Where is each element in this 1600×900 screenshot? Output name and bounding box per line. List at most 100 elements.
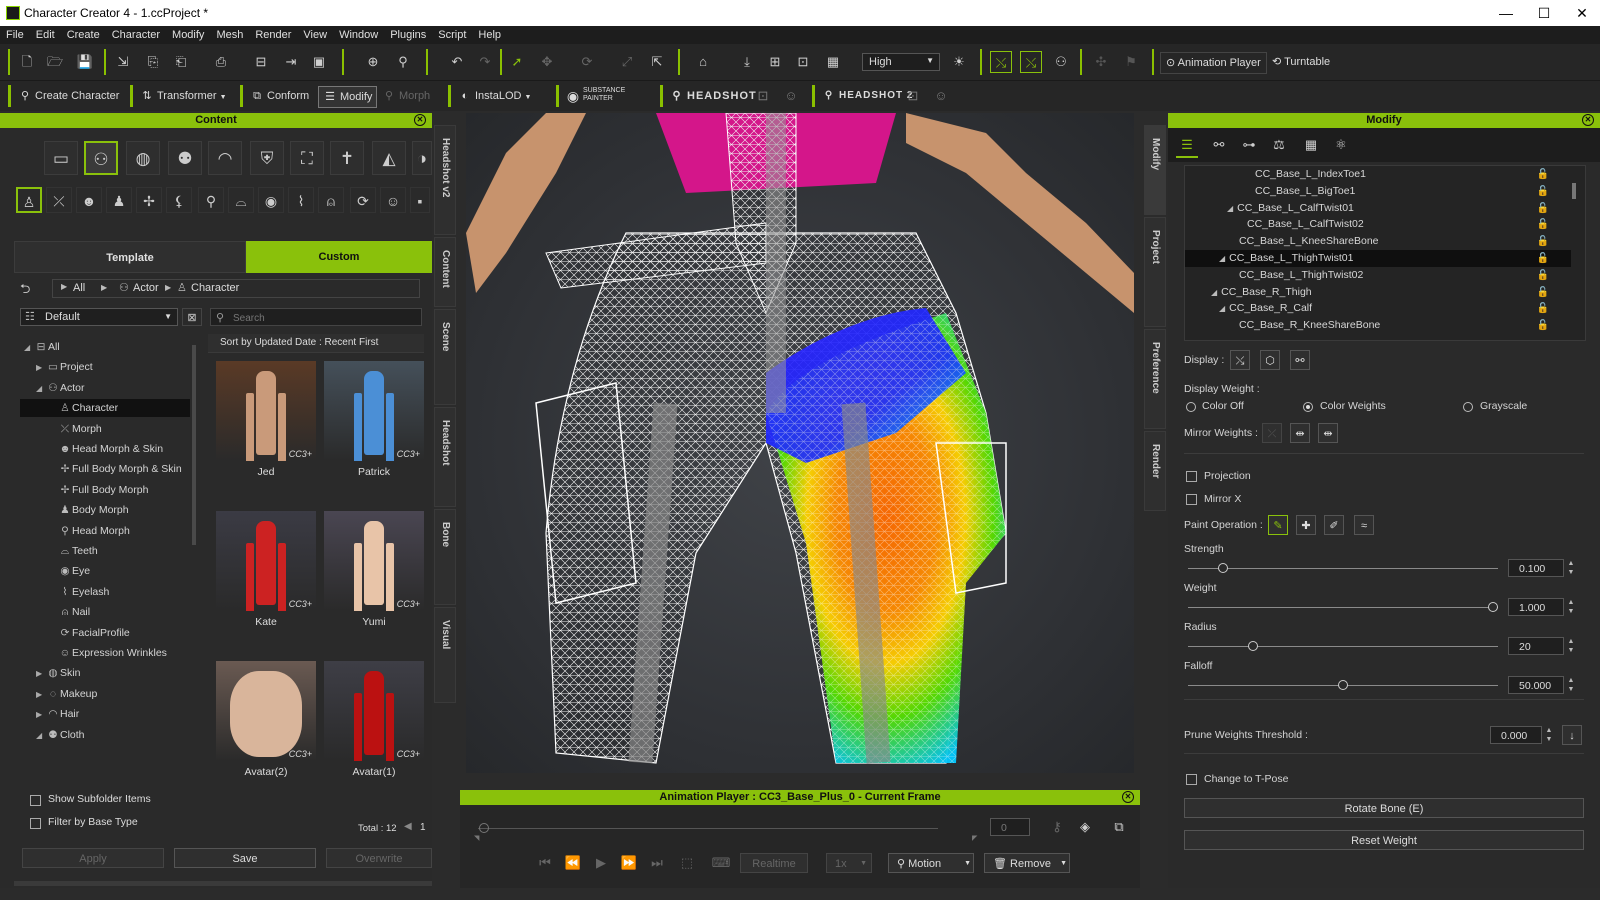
tree-item[interactable]: ⌓ Teeth xyxy=(20,542,190,560)
menu-window[interactable]: Window xyxy=(333,26,384,44)
tab-custom[interactable]: Custom xyxy=(246,241,432,273)
skin-sub-icon[interactable]: ⚸ xyxy=(166,187,192,213)
motion-button[interactable]: ⚲ Motion ▼ xyxy=(888,853,974,873)
slider-value-input[interactable]: 20 xyxy=(1508,637,1564,655)
paint-add-icon[interactable]: ✚ xyxy=(1296,515,1316,535)
headshot-head-icon[interactable]: ☺ xyxy=(780,85,802,107)
bone-row[interactable]: CC_Base_L_IndexToe1 🔓 xyxy=(1185,166,1571,183)
radio-grayscale[interactable] xyxy=(1463,402,1473,412)
menu-render[interactable]: Render xyxy=(249,26,297,44)
flag-icon[interactable]: ⚑ xyxy=(1120,51,1142,73)
tree-item[interactable]: ◢ ⊟ All xyxy=(20,338,190,356)
prev-page-icon[interactable]: ◀ xyxy=(404,821,412,832)
tree-item[interactable]: ☻Head Morph & Skin xyxy=(20,440,190,458)
light-icon[interactable]: ☀ xyxy=(948,51,970,73)
people-icon[interactable]: ⚇ xyxy=(1050,51,1072,73)
more-category-icon[interactable]: ◑ xyxy=(412,141,432,175)
side-tab-left[interactable]: Headshot xyxy=(434,407,456,507)
modify-button[interactable]: ☰ Modify xyxy=(318,86,378,108)
bone-row[interactable]: ◢ CC_Base_L_CalfTwist01 🔓 xyxy=(1185,200,1571,217)
side-tab-right[interactable]: Modify xyxy=(1144,125,1166,215)
slider-knob[interactable] xyxy=(1218,563,1228,573)
wrinkle-sub-icon[interactable]: ☺ xyxy=(380,187,406,213)
bone-row[interactable]: CC_Base_R_KneeShareBone 🔓 xyxy=(1185,317,1571,334)
animation-player-button[interactable]: ⊙ Animation Player xyxy=(1160,52,1267,74)
send-icon[interactable]: ⇥ xyxy=(280,51,302,73)
bone-row[interactable]: CC_Base_L_ThighTwist02 🔓 xyxy=(1185,267,1571,284)
bone-list-scrollbar[interactable] xyxy=(1572,183,1576,199)
close-panel-icon[interactable]: ✕ xyxy=(414,114,426,126)
morph-sub-icon[interactable]: ⤫ xyxy=(46,187,72,213)
change-tpose-checkbox[interactable] xyxy=(1186,774,1197,785)
tree-item[interactable]: ✢ Full Body Morph xyxy=(20,481,190,499)
prune-threshold-input[interactable]: 0.000 xyxy=(1490,726,1542,744)
tree-item[interactable]: ▶ ◌ Makeup xyxy=(20,685,190,703)
cloth-category-icon[interactable]: ⚉ xyxy=(168,141,202,175)
menu-script[interactable]: Script xyxy=(432,26,472,44)
tree-item[interactable]: ⚲ Head Morph xyxy=(20,522,190,540)
expand-arrow-icon[interactable]: ▶ xyxy=(36,665,46,683)
slider-knob[interactable] xyxy=(1488,602,1498,612)
undo-icon[interactable]: ↶ xyxy=(446,51,468,73)
pose-category-icon[interactable]: ✝ xyxy=(330,141,364,175)
tree-item[interactable]: ◢ ⚉ Cloth xyxy=(20,726,190,744)
morph-button[interactable]: ⚲ Morph xyxy=(378,86,434,106)
next-frame-icon[interactable]: ⏩ xyxy=(618,852,640,874)
tree-item[interactable]: ▶ ◍ Skin xyxy=(20,664,190,682)
headshot2-head-icon[interactable]: ☺ xyxy=(930,85,952,107)
filter-base-type-checkbox[interactable] xyxy=(30,818,41,829)
expand-arrow-icon[interactable]: ◢ xyxy=(36,380,46,398)
display-box-icon[interactable]: ⬡ xyxy=(1260,350,1280,370)
expand-arrow-icon[interactable]: ◢ xyxy=(1219,254,1225,263)
lock-icon[interactable]: 🔓 xyxy=(1537,233,1549,250)
bone-row[interactable]: ◢ CC_Base_R_Thigh 🔓 xyxy=(1185,284,1571,301)
home-camera-icon[interactable]: ⌂ xyxy=(692,51,714,73)
mirror-x-checkbox[interactable] xyxy=(1186,494,1197,505)
menu-mesh[interactable]: Mesh xyxy=(210,26,249,44)
reset-weight-button[interactable]: Reset Weight xyxy=(1184,830,1584,850)
rotate-bone-button[interactable]: Rotate Bone (E) xyxy=(1184,798,1584,818)
filter-preset-dropdown[interactable]: ☷ Default ▼ xyxy=(20,308,178,326)
camera-icon[interactable]: ◈ xyxy=(1074,816,1096,838)
view-mode-icon[interactable]: ▦ xyxy=(822,51,844,73)
loop-icon[interactable]: ⬚ xyxy=(676,852,698,874)
spin-arrows-icon[interactable]: ▲ ▼ xyxy=(1566,559,1576,577)
play-icon[interactable]: ▶ xyxy=(590,852,612,874)
realtime-button[interactable]: Realtime xyxy=(740,853,808,873)
substance-painter-button[interactable]: ◉ SUBSTANCE PAINTER xyxy=(562,87,640,107)
back-icon[interactable]: ⮌ xyxy=(20,280,42,298)
3d-viewport[interactable] xyxy=(466,113,1134,773)
more-sub-icon[interactable]: ▪ xyxy=(410,187,430,213)
lock-icon[interactable]: 🔓 xyxy=(1537,166,1549,183)
tree-item[interactable]: ⟳ FacialProfile xyxy=(20,624,190,642)
pose-tab-icon[interactable]: ⚯ xyxy=(1208,134,1230,156)
character-thumbnail[interactable]: CC3+ xyxy=(216,661,316,761)
expand-arrow-icon[interactable]: ◢ xyxy=(1219,304,1225,313)
close-panel-icon[interactable]: ✕ xyxy=(1582,114,1594,126)
actor-category-icon[interactable]: ⚇ xyxy=(84,141,118,175)
morph-category-icon[interactable]: ◍ xyxy=(126,141,160,175)
folder-category-icon[interactable]: ▭ xyxy=(44,141,78,175)
frame-selected-icon[interactable]: ⊞ xyxy=(764,51,786,73)
fullbody-sub-icon[interactable]: ✢ xyxy=(136,187,162,213)
turntable-button[interactable]: ⟲ Turntable xyxy=(1272,52,1330,72)
breadcrumb-character[interactable]: Character xyxy=(191,282,239,294)
slider-track[interactable] xyxy=(1188,607,1498,608)
slider-track[interactable] xyxy=(1188,646,1498,647)
physics-tab-icon[interactable]: ⚛ xyxy=(1330,134,1352,156)
side-tab-left[interactable]: Headshot v2 xyxy=(434,125,456,235)
lock-icon[interactable]: 🔓 xyxy=(1537,317,1549,334)
bone-row[interactable]: CC_Base_L_BigToe1 🔓 xyxy=(1185,183,1571,200)
radio-color-off[interactable] xyxy=(1186,402,1196,412)
weight-tab-icon[interactable]: ⚖ xyxy=(1268,134,1290,156)
slider-knob[interactable] xyxy=(1248,641,1258,651)
slider-value-input[interactable]: 0.100 xyxy=(1508,559,1564,577)
speed-dropdown[interactable]: 1x ▼ xyxy=(826,853,872,873)
menu-plugins[interactable]: Plugins xyxy=(384,26,432,44)
tree-scrollbar[interactable] xyxy=(192,345,196,545)
side-tab-right[interactable]: Preference xyxy=(1144,329,1166,429)
frame-all-icon[interactable]: ⊡ xyxy=(792,51,814,73)
menu-edit[interactable]: Edit xyxy=(30,26,61,44)
search-field[interactable]: ⚲ xyxy=(210,308,422,326)
character-thumbnail[interactable]: CC3+ xyxy=(324,361,424,461)
